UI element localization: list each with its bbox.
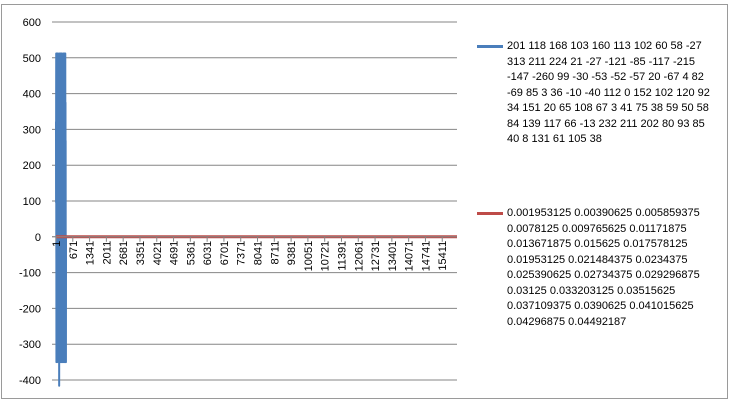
y-tick-label: -400	[19, 375, 41, 387]
x-tick-label: 4691	[169, 241, 181, 265]
legend-swatch-series-2	[477, 212, 503, 215]
series-1-line	[55, 52, 68, 387]
x-tick-label: 8711	[269, 241, 281, 265]
x-tick-label: 14741	[420, 241, 432, 272]
x-tick-label: 10051	[303, 241, 315, 272]
y-tick-label: 0	[35, 232, 41, 244]
x-tick-label: 5361	[185, 241, 197, 265]
y-tick-label: 600	[23, 17, 41, 29]
x-tick-label: 14071	[404, 241, 416, 272]
y-tick-label: -200	[19, 303, 41, 315]
y-tick-label: -100	[19, 268, 41, 280]
y-tick-label: 100	[23, 196, 41, 208]
x-tick-label: 11391	[336, 241, 348, 271]
y-tick-label: 500	[23, 53, 41, 65]
x-tick-label: 671	[68, 241, 80, 259]
x-tick-label: 9381	[286, 241, 298, 265]
x-tick-label: 6701	[219, 241, 231, 265]
x-tick-label: 7371	[236, 241, 248, 265]
x-tick-label: 8041	[253, 241, 265, 265]
x-tick-label: 1341	[85, 241, 97, 265]
x-tick-label: 2011	[101, 241, 113, 265]
y-tick-label: 200	[23, 160, 41, 172]
x-tick-label: 13401	[387, 241, 399, 272]
y-tick-label: 400	[23, 89, 41, 101]
legend-swatch-series-1	[477, 45, 503, 48]
x-tick-label: 15411	[437, 241, 449, 271]
x-tick-label: 3351	[135, 241, 147, 265]
x-tick-label: 1	[51, 241, 63, 247]
x-tick-label: 12061	[353, 241, 365, 272]
x-tick-label: 10721	[320, 241, 332, 272]
legend-label-series-1: 201 118 168 103 160 113 102 60 58 -27 31…	[507, 40, 710, 145]
y-tick-label: 300	[23, 124, 41, 136]
legend-label-series-2: 0.001953125 0.00390625 0.005859375 0.007…	[507, 207, 700, 328]
x-tick-label: 4021	[152, 241, 164, 265]
y-tick-label: -300	[19, 339, 41, 351]
chart-area: -400 -300 -200 -100 0 100 200 300 400 500 600 1 671 1…	[0, 0, 730, 404]
x-tick-label: 2681	[118, 241, 130, 265]
x-tick-label: 6031	[202, 241, 214, 265]
x-tick-label: 12731	[370, 241, 382, 272]
